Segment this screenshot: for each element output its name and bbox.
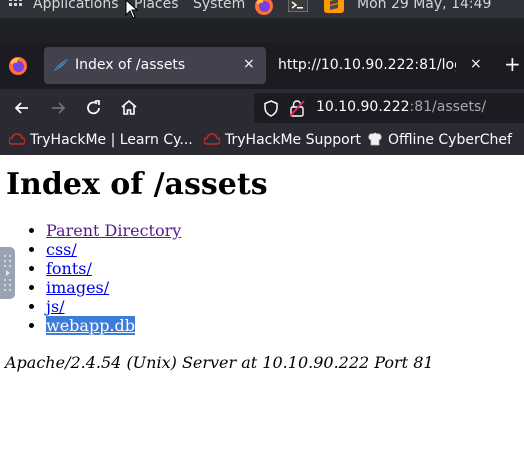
bookmark-tryhackme-learn[interactable]: TryHackMe | Learn Cy...	[9, 132, 193, 148]
list-item: css/	[46, 240, 181, 259]
drag-handle-icon	[4, 255, 11, 291]
url-text[interactable]: 10.10.90.222:81/assets/	[316, 99, 486, 115]
new-tab-button[interactable]: +	[504, 52, 521, 76]
tab-title: Index of /assets	[75, 57, 186, 73]
page-content: Index of /assets Parent Directory css/ f…	[0, 155, 524, 469]
bookmark-offline-cyberchef[interactable]: Offline CyberChef	[367, 132, 512, 148]
app-grid-icon[interactable]	[9, 0, 23, 12]
link-fonts[interactable]: fonts/	[46, 259, 92, 278]
apache-feather-icon	[54, 59, 68, 71]
back-arrow-icon[interactable]	[12, 98, 32, 118]
window-titlebar	[0, 18, 524, 43]
tab-login[interactable]: http://10.10.90.222:81/login ×	[268, 47, 490, 84]
sublime-text-launcher-icon[interactable]	[324, 0, 344, 13]
link-js[interactable]: js/	[46, 297, 65, 316]
menu-places[interactable]: Places	[134, 0, 179, 12]
side-panel-handle[interactable]	[0, 247, 15, 299]
directory-listing: Parent Directory css/ fonts/ images/ js/…	[0, 221, 181, 335]
reload-icon[interactable]	[84, 98, 104, 118]
home-icon[interactable]	[119, 98, 139, 118]
insecure-lock-icon[interactable]	[289, 99, 305, 117]
list-item: Parent Directory	[46, 221, 181, 240]
navigation-toolbar: 10.10.90.222:81/assets/	[0, 89, 524, 127]
url-path: :81/assets/	[409, 99, 487, 115]
firefox-launcher-icon[interactable]	[254, 0, 274, 16]
list-item: webapp.db	[46, 316, 181, 335]
bookmark-tryhackme-support[interactable]: TryHackMe Support	[204, 132, 361, 148]
chef-hat-icon	[368, 132, 382, 146]
tab-close-button[interactable]: ×	[470, 56, 482, 72]
tryhackme-icon	[9, 133, 25, 145]
menu-system[interactable]: System	[193, 0, 245, 12]
list-item: js/	[46, 297, 181, 316]
firefox-view-icon[interactable]	[8, 56, 28, 76]
terminal-launcher-icon[interactable]	[288, 0, 308, 12]
tab-strip: Index of /assets × http://10.10.90.222:8…	[0, 43, 524, 89]
clock: Mon 29 May, 14:49	[357, 0, 492, 12]
link-images[interactable]: images/	[46, 278, 109, 297]
url-host: 10.10.90.222	[316, 99, 410, 115]
tryhackme-icon	[204, 133, 220, 145]
tracking-protection-shield-icon[interactable]	[263, 100, 279, 117]
link-parent-directory[interactable]: Parent Directory	[46, 221, 181, 240]
tab-close-button[interactable]: ×	[243, 56, 255, 72]
forward-arrow-icon[interactable]	[48, 98, 68, 118]
bookmark-label: Offline CyberChef	[388, 132, 512, 148]
server-signature: Apache/2.4.54 (Unix) Server at 10.10.90.…	[5, 353, 434, 372]
link-css[interactable]: css/	[46, 240, 77, 259]
address-bar[interactable]: 10.10.90.222:81/assets/	[254, 93, 524, 123]
link-webapp-db[interactable]: webapp.db	[46, 316, 135, 335]
bookmarks-toolbar: TryHackMe | Learn Cy... TryHackMe Suppor…	[0, 127, 524, 155]
mouse-cursor-icon	[125, 0, 139, 19]
page-heading: Index of /assets	[6, 167, 268, 202]
bookmark-label: TryHackMe Support	[225, 132, 361, 148]
bookmark-label: TryHackMe | Learn Cy...	[30, 132, 193, 148]
tab-index-of-assets[interactable]: Index of /assets ×	[44, 47, 266, 84]
menu-applications[interactable]: Applications	[33, 0, 119, 12]
list-item: fonts/	[46, 259, 181, 278]
os-top-panel: Applications Places System Mon 29 May, 1…	[0, 0, 524, 19]
tab-title: http://10.10.90.222:81/login	[278, 57, 456, 73]
list-item: images/	[46, 278, 181, 297]
